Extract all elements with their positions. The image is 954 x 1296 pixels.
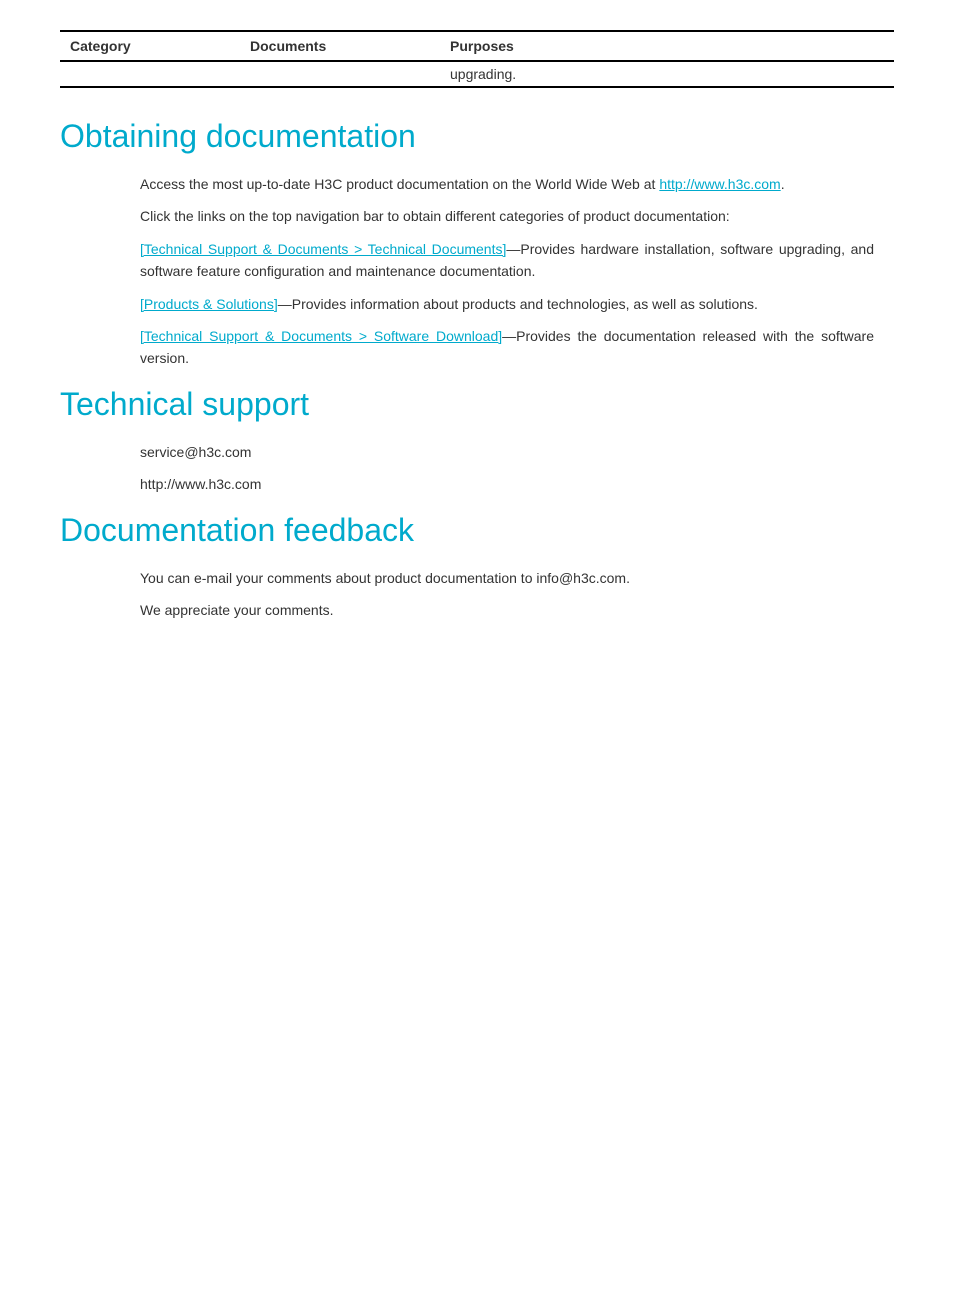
obtaining-link2-paragraph: [Products & Solutions]—Provides informat… xyxy=(140,293,874,315)
table-header-category: Category xyxy=(60,31,240,61)
h3c-link-main[interactable]: http://www.h3c.com xyxy=(659,176,780,192)
table-row: upgrading. xyxy=(60,61,894,87)
obtaining-paragraph1: Access the most up-to-date H3C product d… xyxy=(140,173,874,195)
feedback-paragraph1: You can e-mail your comments about produ… xyxy=(140,567,874,589)
link2-rest-text: —Provides information about products and… xyxy=(278,296,758,312)
table-header-documents: Documents xyxy=(240,31,440,61)
obtaining-paragraph2: Click the links on the top navigation ba… xyxy=(140,205,874,227)
technical-support-email: service@h3c.com xyxy=(140,441,874,463)
products-solutions-link[interactable]: [Products & Solutions] xyxy=(140,296,278,312)
feedback-paragraph2: We appreciate your comments. xyxy=(140,599,874,621)
obtaining-section: Obtaining documentation Access the most … xyxy=(60,118,894,370)
technical-support-section: Technical support service@h3c.com http:/… xyxy=(60,386,894,496)
documentation-feedback-content: You can e-mail your comments about produ… xyxy=(140,567,874,622)
technical-support-heading: Technical support xyxy=(60,386,894,423)
obtaining-para1-text: Access the most up-to-date H3C product d… xyxy=(140,176,659,192)
obtaining-link1-paragraph: [Technical Support & Documents > Technic… xyxy=(140,238,874,283)
category-table: Category Documents Purposes upgrading. xyxy=(60,30,894,88)
technical-support-content: service@h3c.com http://www.h3c.com xyxy=(140,441,874,496)
table-cell-category xyxy=(60,61,240,87)
obtaining-link3-paragraph: [Technical Support & Documents > Softwar… xyxy=(140,325,874,370)
table-cell-purposes: upgrading. xyxy=(440,61,894,87)
obtaining-content: Access the most up-to-date H3C product d… xyxy=(140,173,874,370)
documentation-feedback-section: Documentation feedback You can e-mail yo… xyxy=(60,512,894,622)
software-download-link[interactable]: [Technical Support & Documents > Softwar… xyxy=(140,328,502,344)
technical-docs-link[interactable]: [Technical Support & Documents > Technic… xyxy=(140,241,506,257)
documentation-feedback-heading: Documentation feedback xyxy=(60,512,894,549)
technical-support-website: http://www.h3c.com xyxy=(140,473,874,495)
table-header-purposes: Purposes xyxy=(440,31,894,61)
obtaining-heading: Obtaining documentation xyxy=(60,118,894,155)
table-cell-documents xyxy=(240,61,440,87)
obtaining-para1-period: . xyxy=(781,176,785,192)
